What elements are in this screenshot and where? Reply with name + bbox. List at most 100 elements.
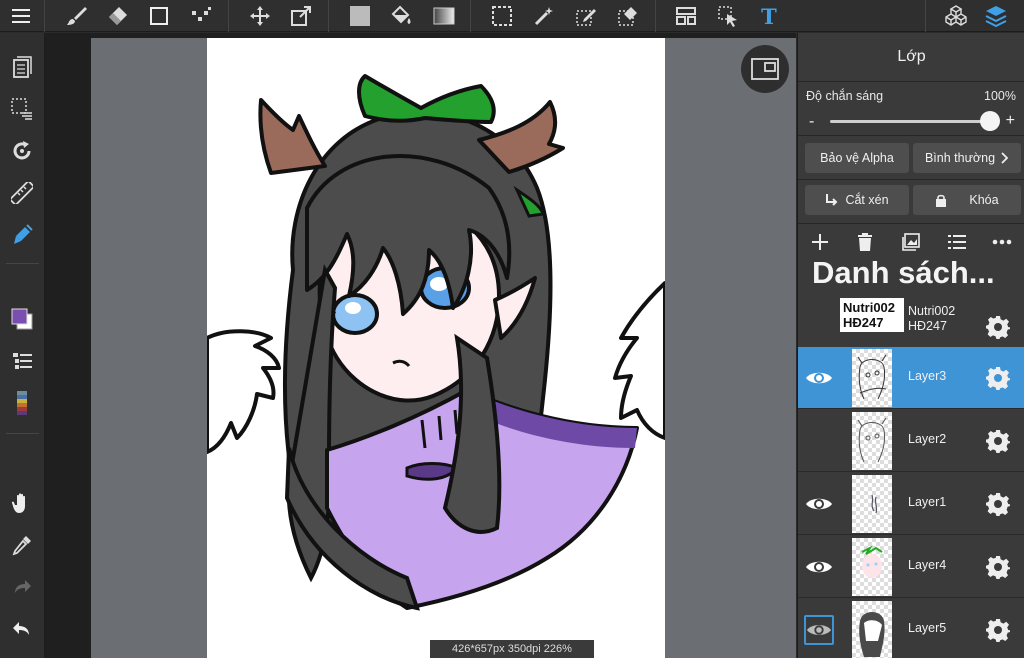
layer-settings-button[interactable] [984,427,1012,455]
gear-icon [986,556,1010,579]
layer-row-layer1[interactable]: Layer1 [798,473,1024,535]
layer-settings-button[interactable] [984,616,1012,644]
trash-icon [858,233,872,251]
eye-icon [806,561,832,573]
alpha-protect-button[interactable]: Bảo vệ Alpha [805,143,909,173]
layer-thumbnail [852,475,892,533]
eye-icon [806,498,832,510]
layer-visibility-toggle[interactable] [804,552,834,582]
bucket-icon[interactable] [388,2,416,30]
lock-button[interactable]: Khóa [913,185,1021,215]
character-illustration [207,74,665,611]
navigator-button[interactable] [741,45,789,93]
layer-settings-button[interactable] [984,364,1012,392]
fill-color-icon[interactable] [346,2,374,30]
blend-mode-button[interactable]: Bình thường [913,143,1021,173]
layer-panel: Lớp Độ chắn sáng 100% - + Bảo vệ Alpha B… [797,33,1024,658]
clipping-icon [826,194,838,206]
more-options-button[interactable] [991,231,1013,253]
layer-visibility-toggle[interactable] [804,489,834,519]
add-image-layer-button[interactable] [900,231,922,253]
move-icon[interactable] [246,2,274,30]
select-eraser-icon[interactable] [614,2,642,30]
gear-icon [986,430,1010,453]
select-dots-icon[interactable] [8,95,36,123]
layer-thumbnail [852,412,892,470]
plus-icon [812,234,828,250]
delete-layer-button[interactable] [854,231,876,253]
layer-thumbnail [852,538,892,596]
lock-label: Khóa [969,193,999,207]
hand-icon[interactable] [8,489,36,517]
opacity-minus-button[interactable]: - [809,113,814,131]
layer-visibility-toggle[interactable] [804,363,834,393]
rectangle-icon[interactable] [145,2,173,30]
list-icon [948,235,966,249]
text-tool-icon[interactable]: T [755,2,783,30]
layer-list-mode-button[interactable] [946,231,968,253]
blend-mode-label: Bình thường [924,151,996,165]
clipping-button[interactable]: Cắt xén [805,185,909,215]
opacity-plus-button[interactable]: + [1006,112,1015,130]
magic-wand-icon[interactable] [530,2,558,30]
page-icon[interactable] [8,53,36,81]
opacity-slider-track[interactable] [830,120,990,123]
gear-icon [986,619,1010,642]
gradient-icon[interactable] [430,2,458,30]
color-swatch-icon[interactable] [8,305,36,333]
layer-name: Layer3 [908,369,947,383]
gear-icon [986,367,1010,390]
layer-actions-bar [798,231,1024,253]
undo-icon[interactable] [8,615,36,643]
layers-icon[interactable] [982,2,1010,30]
top-toolbar: T [0,0,1024,32]
palette-icon[interactable] [8,389,36,417]
text-tool-glyph: T [761,3,777,29]
image-icon [902,233,920,251]
layer-row-layer5[interactable]: Layer5 [798,599,1024,658]
panel-title: Lớp [897,48,926,65]
layer-thumbnail [852,349,892,407]
lock-icon [936,194,947,207]
layer-settings-button[interactable] [984,313,1012,341]
canvas-area[interactable]: 426*657px 350dpi 226% [45,33,796,658]
medibang-app: T 426*657px 350dpi 226% Lớp Độ chắn sáng… [0,0,1024,658]
layer-settings-button[interactable] [984,553,1012,581]
layer-name: Nutri002 HĐ247 [908,304,956,333]
ellipsis-icon [992,239,1012,245]
layer-row-layer2[interactable]: Layer2 [798,410,1024,472]
layer-name: Layer1 [908,495,947,509]
layer-row-layer4[interactable]: Layer4 [798,536,1024,598]
opacity-label: Độ chắn sáng [806,89,884,103]
eye-icon [806,372,832,384]
eraser-icon[interactable] [103,2,131,30]
brush-icon[interactable] [62,2,90,30]
rotate-icon[interactable] [8,137,36,165]
alpha-protect-label: Bảo vệ Alpha [820,151,894,165]
eye-icon [806,625,832,635]
dots-icon[interactable] [187,2,215,30]
left-toolbar [0,33,45,658]
layer-row-layer3[interactable]: Layer3 [798,347,1024,409]
layer-name: Layer2 [908,432,947,446]
pen-icon[interactable] [8,221,36,249]
ruler-icon[interactable] [8,179,36,207]
menu-icon[interactable] [7,2,35,30]
layer-list-icon[interactable] [8,347,36,375]
layer-name: Layer4 [908,558,947,572]
eyedropper-icon[interactable] [8,531,36,559]
transform-icon[interactable] [287,2,315,30]
operation-icon[interactable] [714,2,742,30]
layer-thumbnail [852,601,892,658]
select-pen-icon[interactable] [572,2,600,30]
drawing-canvas[interactable] [207,38,665,658]
3d-icon[interactable] [942,2,970,30]
frame-divide-icon[interactable] [672,2,700,30]
redo-icon[interactable] [8,573,36,601]
opacity-slider-thumb[interactable] [980,111,1000,131]
layer-visibility-toggle[interactable] [804,615,834,645]
gear-icon [986,316,1010,339]
layer-settings-button[interactable] [984,490,1012,518]
add-layer-button[interactable] [809,231,831,253]
selection-icon[interactable] [488,2,516,30]
